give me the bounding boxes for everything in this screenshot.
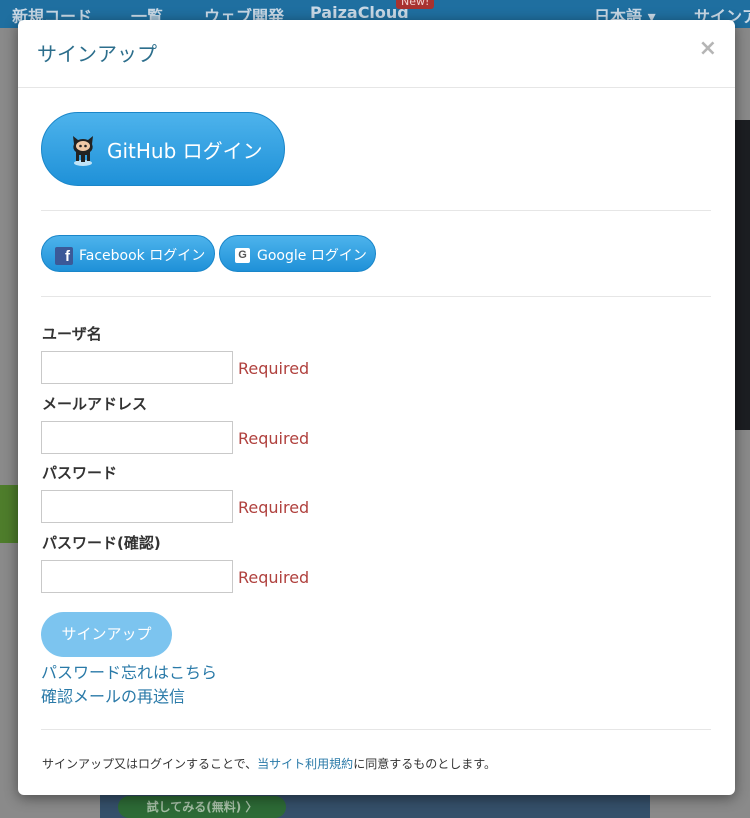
- password-confirm-input[interactable]: [41, 560, 233, 593]
- resend-confirmation-link[interactable]: 確認メールの再送信: [41, 683, 185, 707]
- password-confirm-required-hint: Required: [238, 568, 310, 587]
- email-input[interactable]: [41, 421, 233, 454]
- signup-button[interactable]: サインアップ: [41, 612, 172, 657]
- background-try-button[interactable]: 試してみる(無料) 〉: [118, 796, 286, 818]
- username-required-hint: Required: [238, 359, 310, 378]
- facebook-icon: f: [55, 247, 73, 265]
- password-label: パスワード: [42, 464, 118, 482]
- github-octocat-icon: [68, 133, 98, 171]
- username-input[interactable]: [41, 351, 233, 384]
- terms-link[interactable]: 当サイト利用規約: [257, 757, 353, 771]
- password-input[interactable]: [41, 490, 233, 523]
- modal-header: サインアップ ×: [18, 20, 735, 88]
- close-icon[interactable]: ×: [699, 36, 717, 61]
- username-label: ユーザ名: [42, 325, 102, 343]
- terms-text-before: サインアップ又はログインすることで、: [42, 757, 258, 771]
- facebook-login-label: Facebook ログイン: [79, 248, 206, 264]
- google-icon: G: [235, 248, 250, 263]
- background-video-panel: [735, 120, 750, 430]
- google-login-label: Google ログイン: [257, 248, 367, 264]
- divider: [41, 729, 711, 730]
- password-confirm-label: パスワード(確認): [42, 534, 161, 552]
- modal-title: サインアップ: [37, 42, 157, 66]
- forgot-password-link[interactable]: パスワード忘れはこちら: [41, 659, 217, 683]
- terms-text-after: に同意するものとします。: [353, 757, 496, 771]
- divider: [41, 296, 711, 297]
- facebook-login-button[interactable]: f Facebook ログイン: [41, 235, 215, 272]
- google-login-button[interactable]: G Google ログイン: [219, 235, 376, 272]
- divider: [41, 210, 711, 211]
- signup-modal: サインアップ × GitHub ログイン f Facebook ログイン G G…: [18, 20, 735, 795]
- new-badge: New!: [396, 0, 435, 9]
- github-login-button[interactable]: GitHub ログイン: [41, 112, 285, 186]
- password-required-hint: Required: [238, 498, 310, 517]
- terms-note: サインアップ又はログインすることで、当サイト利用規約に同意するものとします。: [42, 755, 496, 772]
- email-label: メールアドレス: [42, 395, 148, 413]
- email-required-hint: Required: [238, 429, 310, 448]
- github-login-label: GitHub ログイン: [107, 139, 263, 163]
